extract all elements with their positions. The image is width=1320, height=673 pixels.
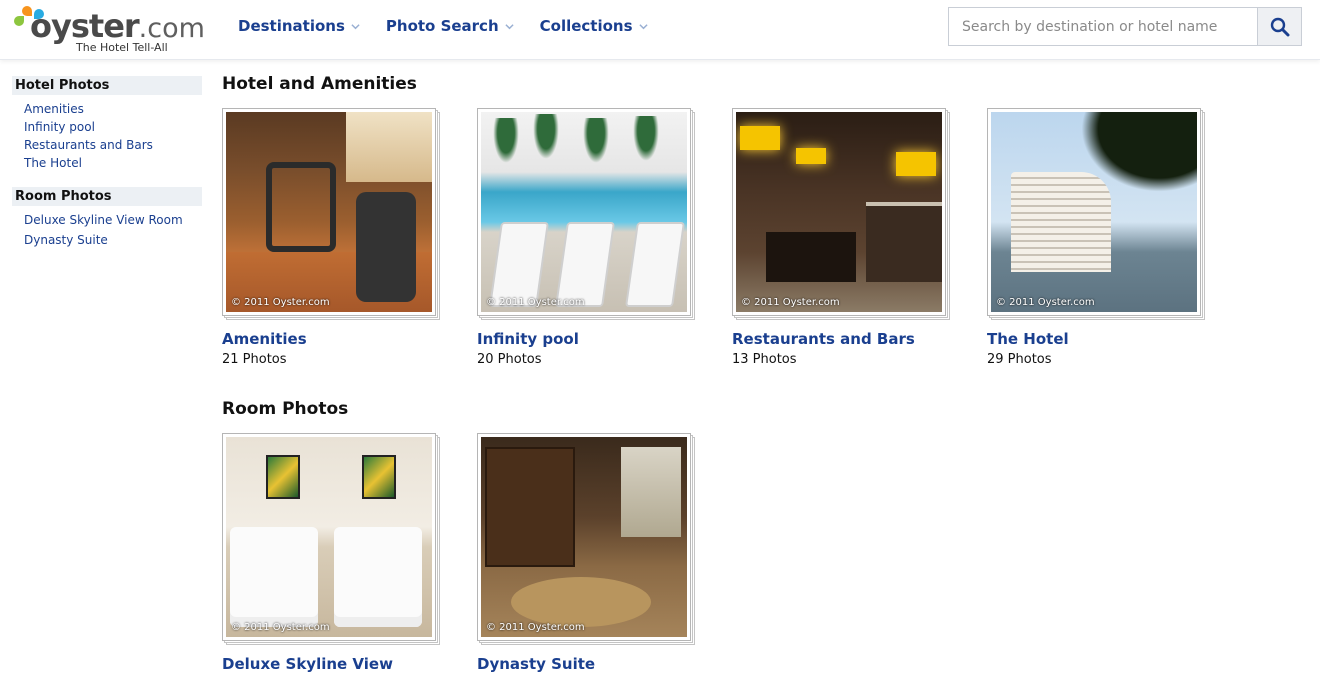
album-card: © 2011 Oyster.com Amenities 21 Photos — [222, 108, 477, 367]
album-thumbnail[interactable]: © 2011 Oyster.com — [222, 108, 440, 320]
photo-dynasty-suite: © 2011 Oyster.com — [481, 437, 687, 637]
photo-copyright: © 2011 Oyster.com — [486, 622, 585, 633]
album-card: © 2011 Oyster.com Infinity pool 20 Photo… — [477, 108, 732, 367]
album-thumbnail[interactable]: © 2011 Oyster.com — [477, 433, 695, 645]
photo-pool: © 2011 Oyster.com — [481, 112, 687, 312]
nav-collections[interactable]: Collections — [540, 17, 648, 35]
chevron-down-icon — [638, 23, 648, 29]
album-card: © 2011 Oyster.com Restaurants and Bars 1… — [732, 108, 987, 367]
logo-leaf-icon — [14, 16, 24, 26]
sidebar-heading: Hotel Photos — [12, 76, 202, 95]
sidebar-heading: Room Photos — [12, 187, 202, 206]
oyster-logo[interactable]: oyster.com The Hotel Tell-All — [12, 4, 212, 56]
main-nav: Destinations Photo Search Collections — [238, 17, 674, 35]
sidebar: Hotel Photos Amenities Infinity pool Res… — [12, 76, 202, 266]
album-photo-count: 21 Photos — [222, 352, 287, 367]
photo-deluxe-room: © 2011 Oyster.com — [226, 437, 432, 637]
section-title: Room Photos — [222, 399, 349, 419]
album-thumbnail[interactable]: © 2011 Oyster.com — [477, 108, 695, 320]
search-input[interactable] — [949, 8, 1259, 45]
album-title-link[interactable]: The Hotel — [987, 330, 1242, 348]
album-thumbnail[interactable]: © 2011 Oyster.com — [222, 433, 440, 645]
logo-tagline: The Hotel Tell-All — [76, 41, 168, 54]
sidebar-group-room-photos: Room Photos Deluxe Skyline View Room Dyn… — [12, 187, 202, 252]
album-title-link[interactable]: Infinity pool — [477, 330, 732, 348]
album-title-link[interactable]: Deluxe Skyline View — [222, 655, 477, 673]
album-card: © 2011 Oyster.com Dynasty Suite — [477, 433, 732, 673]
album-photo-count: 20 Photos — [477, 352, 542, 367]
sidebar-item-restaurants-and-bars[interactable]: Restaurants and Bars — [24, 137, 202, 155]
search-box — [948, 7, 1302, 46]
photo-copyright: © 2011 Oyster.com — [231, 622, 330, 633]
search-icon — [1270, 17, 1289, 36]
site-header: oyster.com The Hotel Tell-All Destinatio… — [0, 0, 1320, 60]
album-title-link[interactable]: Restaurants and Bars — [732, 330, 987, 348]
sidebar-item-deluxe-skyline-view-room[interactable]: Deluxe Skyline View Room — [24, 212, 202, 232]
nav-destinations[interactable]: Destinations — [238, 17, 360, 35]
sidebar-list: Amenities Infinity pool Restaurants and … — [12, 95, 202, 173]
nav-label: Destinations — [238, 17, 345, 35]
sidebar-item-infinity-pool[interactable]: Infinity pool — [24, 119, 202, 137]
sidebar-item-dynasty-suite[interactable]: Dynasty Suite — [24, 232, 202, 252]
album-photo-count: 29 Photos — [987, 352, 1052, 367]
photo-copyright: © 2011 Oyster.com — [996, 297, 1095, 308]
main-content: Hotel and Amenities © 2011 Oyster.com Am… — [222, 72, 1312, 673]
sidebar-item-the-hotel[interactable]: The Hotel — [24, 155, 202, 173]
album-card: © 2011 Oyster.com The Hotel 29 Photos — [987, 108, 1242, 367]
nav-photo-search[interactable]: Photo Search — [386, 17, 514, 35]
search-button[interactable] — [1257, 8, 1301, 45]
album-title-link[interactable]: Dynasty Suite — [477, 655, 732, 673]
album-card: © 2011 Oyster.com Deluxe Skyline View — [222, 433, 477, 673]
photo-copyright: © 2011 Oyster.com — [486, 297, 585, 308]
photo-album-grid: © 2011 Oyster.com Amenities 21 Photos © … — [222, 108, 1312, 367]
chevron-down-icon — [351, 23, 360, 29]
photo-hotel-exterior: © 2011 Oyster.com — [991, 112, 1197, 312]
nav-label: Collections — [539, 17, 633, 35]
photo-copyright: © 2011 Oyster.com — [231, 297, 330, 308]
sidebar-group-hotel-photos: Hotel Photos Amenities Infinity pool Res… — [12, 76, 202, 173]
nav-label: Photo Search — [385, 17, 499, 35]
photo-restaurant: © 2011 Oyster.com — [736, 112, 942, 312]
photo-copyright: © 2011 Oyster.com — [741, 297, 840, 308]
album-title-link[interactable]: Amenities — [222, 330, 477, 348]
album-photo-count: 13 Photos — [732, 352, 797, 367]
photo-album-grid: © 2011 Oyster.com Deluxe Skyline View © … — [222, 433, 1312, 673]
album-thumbnail[interactable]: © 2011 Oyster.com — [732, 108, 950, 320]
chevron-down-icon — [505, 23, 514, 29]
album-thumbnail[interactable]: © 2011 Oyster.com — [987, 108, 1205, 320]
sidebar-list: Deluxe Skyline View Room Dynasty Suite — [12, 206, 202, 252]
section-title: Hotel and Amenities — [222, 74, 417, 94]
sidebar-item-amenities[interactable]: Amenities — [24, 101, 202, 119]
photo-gym: © 2011 Oyster.com — [226, 112, 432, 312]
